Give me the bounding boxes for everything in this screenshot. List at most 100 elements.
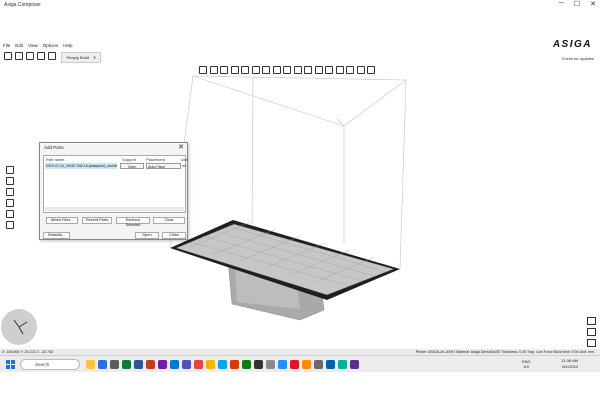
window-controls: ─ ☐ ✕	[559, 0, 596, 8]
slice-icon[interactable]	[262, 66, 270, 74]
minimize-button[interactable]: ─	[559, 0, 564, 8]
table-scrollbar[interactable]	[45, 207, 184, 211]
support-tree-icon[interactable]	[6, 188, 14, 196]
save-icon[interactable]	[26, 52, 34, 60]
parts-table: Part name Support Placement Unit 2023-07…	[43, 155, 188, 213]
file-explorer-icon[interactable]	[86, 360, 95, 369]
view-cube-icon[interactable]	[304, 66, 312, 74]
move-icon[interactable]	[199, 66, 207, 74]
chrome-icon[interactable]	[194, 360, 203, 369]
menu-view[interactable]: View	[28, 43, 38, 48]
word-icon[interactable]	[134, 360, 143, 369]
task-view-icon[interactable]	[110, 360, 119, 369]
part-cube-icon[interactable]	[6, 166, 14, 174]
app-title: Asiga Composer	[4, 2, 41, 8]
taskbar-apps	[86, 360, 359, 369]
app-navy-icon[interactable]	[326, 360, 335, 369]
menu-help[interactable]: Help	[63, 43, 72, 48]
support-icon[interactable]	[241, 66, 249, 74]
app-teal-icon[interactable]	[338, 360, 347, 369]
close-window-button[interactable]: ✕	[590, 0, 596, 8]
user-icon[interactable]	[48, 52, 56, 60]
support-select[interactable]: Open	[120, 163, 144, 169]
open-button[interactable]: Open	[135, 232, 159, 239]
redo-icon[interactable]	[293, 66, 302, 74]
outlook-icon[interactable]	[170, 360, 179, 369]
taskbar: Search ENG US 11:36 AM 8/1/2023	[0, 355, 600, 372]
view-top-icon[interactable]	[335, 66, 344, 74]
language-indicator[interactable]: ENG US	[522, 359, 531, 369]
navigation-widget[interactable]	[0, 303, 38, 347]
remove-selected-button[interactable]: Remove Selected	[116, 217, 150, 227]
brand-logo: ASIGA	[552, 39, 592, 50]
teams-icon[interactable]	[182, 360, 191, 369]
scale-icon[interactable]	[220, 66, 228, 74]
panel-split-icon[interactable]	[587, 339, 596, 347]
view-side-icon[interactable]	[325, 66, 333, 74]
app-orange-icon[interactable]	[302, 360, 311, 369]
rotate-icon[interactable]	[209, 66, 218, 74]
office-icon[interactable]	[230, 360, 239, 369]
placement-select[interactable]: Auto-Place	[146, 163, 181, 169]
grid-icon[interactable]	[251, 66, 260, 74]
part-list-icon[interactable]	[6, 177, 14, 185]
check-updates-link[interactable]: Check for updates	[562, 56, 594, 61]
store-icon[interactable]	[218, 360, 227, 369]
edge-icon[interactable]	[98, 360, 107, 369]
col-part-name: Part name	[46, 157, 65, 162]
dialog-close-icon[interactable]: ✕	[178, 143, 184, 151]
table-row[interactable]: 2023-07-24_00067-006-16-lpdaeplant_cad.s…	[45, 163, 186, 169]
col-support: Support	[122, 157, 137, 162]
zoom-fit-icon[interactable]	[367, 66, 375, 74]
app-green-icon[interactable]	[242, 360, 251, 369]
app-blue-icon[interactable]	[278, 360, 287, 369]
notes-icon[interactable]	[206, 360, 215, 369]
zoom-out-icon[interactable]	[356, 66, 365, 74]
clear-button[interactable]: Clear	[153, 217, 185, 224]
stack-icon[interactable]	[6, 210, 14, 218]
file-toolbar	[4, 52, 56, 60]
app-red-icon[interactable]	[290, 360, 299, 369]
device-icon[interactable]	[6, 221, 14, 229]
maximize-button[interactable]: ☐	[574, 0, 580, 8]
menu-edit[interactable]: Edit	[15, 43, 23, 48]
part-name-cell[interactable]: 2023-07-24_00067-006-16-lpdaeplant_cad.s…	[45, 163, 117, 169]
excel-icon[interactable]	[122, 360, 131, 369]
ruler-icon[interactable]	[272, 66, 281, 74]
view-toolbar	[199, 66, 375, 74]
windows-start-icon[interactable]	[6, 360, 15, 369]
settings-icon[interactable]	[266, 360, 275, 369]
add-parts-dialog: Add Parts ✕ Part name Support Placement …	[39, 142, 188, 240]
panel-top-icon[interactable]	[587, 317, 596, 325]
zoom-in-icon[interactable]	[346, 66, 354, 74]
select-files-button[interactable]: Select Files...	[46, 217, 78, 224]
recent-parts-button[interactable]: Recent Parts	[82, 217, 112, 224]
menu-file[interactable]: File	[3, 43, 10, 48]
open-folder-icon[interactable]	[15, 52, 23, 60]
save-as-icon[interactable]	[37, 52, 45, 60]
powerpoint-icon[interactable]	[146, 360, 155, 369]
orient-icon[interactable]	[230, 66, 239, 74]
defaults-button[interactable]: Defaults...	[43, 232, 70, 239]
app-gray-icon[interactable]	[314, 360, 323, 369]
onenote-icon[interactable]	[158, 360, 167, 369]
menu-options[interactable]: Options	[43, 43, 59, 48]
new-file-icon[interactable]	[4, 52, 12, 60]
undo-icon[interactable]	[283, 66, 291, 74]
unit-cell[interactable]: mm	[182, 163, 186, 169]
col-placement: Placement	[146, 157, 165, 162]
view-front-icon[interactable]	[314, 66, 323, 74]
app-purple-icon[interactable]	[350, 360, 359, 369]
tab-close-icon[interactable]: ✕	[93, 55, 96, 60]
right-toolbar	[587, 317, 596, 347]
dialog-title: Add Parts	[44, 145, 64, 150]
layers-icon[interactable]	[6, 199, 14, 207]
system-clock[interactable]: 11:36 AM 8/1/2023	[561, 358, 578, 369]
clock-time: 11:36 AM	[561, 358, 578, 363]
tab-empty-build[interactable]: *Empty Build ✕	[61, 52, 102, 63]
asiga-app-icon[interactable]	[254, 360, 263, 369]
close-button[interactable]: Close	[162, 232, 186, 239]
panel-bottom-icon[interactable]	[587, 328, 596, 336]
taskbar-search[interactable]: Search	[20, 359, 80, 370]
clock-date: 8/1/2023	[562, 363, 578, 369]
